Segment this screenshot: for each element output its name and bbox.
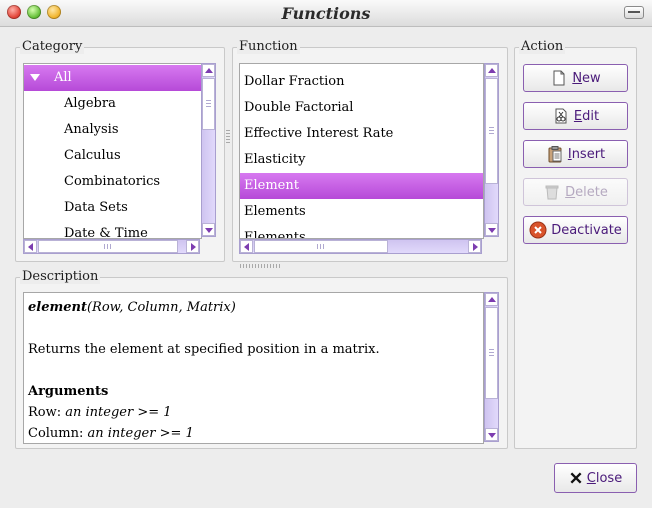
arrow-up-icon — [488, 68, 496, 73]
argument-name: Row: — [28, 405, 66, 420]
arguments-heading: Arguments — [28, 384, 109, 399]
delete-button-mnemonic: D — [565, 184, 576, 200]
category-item[interactable]: Calculus — [24, 143, 201, 169]
function-item[interactable]: Elements — [240, 225, 483, 238]
argument-column: Column: an integer >= 1 — [28, 423, 479, 443]
scroll-left-button[interactable] — [240, 240, 253, 253]
function-signature: element(Row, Column, Matrix) — [28, 297, 479, 318]
scroll-down-button[interactable] — [202, 223, 215, 236]
description-text: element(Row, Column, Matrix) Returns the… — [23, 292, 484, 444]
arrow-down-icon — [205, 228, 213, 233]
scroll-down-button[interactable] — [485, 223, 498, 236]
scroll-down-button[interactable] — [485, 428, 498, 441]
arrow-right-icon — [191, 243, 196, 251]
arrow-up-icon — [205, 68, 213, 73]
category-item[interactable]: Date & Time — [24, 221, 201, 238]
close-x-icon — [570, 472, 582, 484]
category-vscrollbar[interactable] — [201, 63, 216, 237]
function-hscrollbar[interactable] — [239, 239, 482, 254]
close-button[interactable]: Close — [554, 463, 637, 493]
deactivate-button-label: Deactivate — [551, 222, 622, 238]
arrow-down-icon — [488, 228, 496, 233]
functions-dialog: Functions Category All Algebra Analysis … — [0, 0, 652, 508]
category-item-label: All — [54, 70, 72, 85]
function-item[interactable]: Dollar Fraction — [240, 69, 483, 95]
trash-icon — [545, 185, 559, 200]
delete-button[interactable]: Delete — [523, 178, 628, 206]
category-item-all[interactable]: All — [24, 65, 201, 91]
arrow-left-icon — [28, 243, 33, 251]
grip-icon — [317, 244, 324, 249]
function-item[interactable]: Effective Interest Rate — [240, 121, 483, 147]
function-vscrollbar[interactable] — [484, 63, 499, 237]
insert-button-label: nsert — [571, 146, 606, 162]
edit-button[interactable]: Edit — [523, 102, 628, 130]
scroll-thumb[interactable] — [38, 240, 178, 253]
scroll-up-button[interactable] — [485, 293, 498, 306]
arrow-down-icon — [488, 433, 496, 438]
cancel-circle-icon — [529, 221, 547, 239]
arrow-right-icon — [473, 243, 478, 251]
category-list[interactable]: All Algebra Analysis Calculus Combinator… — [23, 63, 202, 239]
scroll-up-button[interactable] — [202, 64, 215, 77]
category-item[interactable]: Algebra — [24, 91, 201, 117]
argument-name: Column: — [28, 426, 88, 441]
description-group-title: Description — [20, 269, 101, 284]
scroll-right-button[interactable] — [468, 240, 481, 253]
category-group-title: Category — [20, 39, 85, 54]
signature-name: element — [28, 300, 87, 315]
close-button-mnemonic: C — [586, 470, 596, 486]
argument-desc: an integer >= 1 — [65, 405, 172, 420]
scroll-thumb[interactable] — [485, 307, 498, 399]
argument-row: Row: an integer >= 1 — [28, 402, 479, 423]
grip-icon — [489, 349, 494, 356]
clipboard-icon — [548, 146, 562, 163]
vertical-splitter-handle[interactable] — [226, 130, 230, 144]
category-hscrollbar[interactable] — [23, 239, 200, 254]
arrow-left-icon — [244, 243, 249, 251]
function-group-title: Function — [237, 39, 300, 54]
description-vscrollbar[interactable] — [484, 292, 499, 442]
grip-icon — [489, 127, 494, 134]
new-button[interactable]: New — [523, 64, 628, 92]
action-group-title: Action — [519, 39, 566, 54]
close-button-label: lose — [595, 470, 623, 486]
delete-button-label: elete — [575, 184, 608, 200]
grip-icon — [104, 244, 111, 249]
edit-button-label: dit — [582, 108, 600, 124]
scroll-left-button[interactable] — [24, 240, 37, 253]
category-item[interactable]: Analysis — [24, 117, 201, 143]
grip-icon — [206, 100, 211, 107]
scroll-thumb[interactable] — [254, 240, 388, 253]
scroll-thumb[interactable] — [202, 78, 215, 130]
description-summary: Returns the element at specified positio… — [28, 342, 380, 357]
category-item[interactable]: Data Sets — [24, 195, 201, 221]
expand-triangle-icon[interactable] — [30, 74, 40, 81]
title-bar: Functions — [0, 0, 652, 27]
function-item[interactable]: Double Factorial — [240, 95, 483, 121]
edit-document-icon — [555, 108, 567, 124]
category-item[interactable]: Combinatorics — [24, 169, 201, 195]
scroll-thumb[interactable] — [485, 78, 498, 184]
new-button-label: ew — [582, 70, 601, 86]
function-list[interactable]: Dollar Fraction Double Factorial Effecti… — [239, 63, 484, 239]
edit-button-mnemonic: E — [573, 108, 583, 124]
argument-desc: an integer >= 1 — [87, 426, 194, 441]
signature-args: (Row, Column, Matrix) — [86, 300, 236, 315]
scroll-up-button[interactable] — [485, 64, 498, 77]
function-item-selected[interactable]: Element — [240, 173, 483, 199]
shade-window-icon[interactable] — [624, 6, 644, 19]
new-document-icon — [553, 70, 565, 86]
window-title: Functions — [281, 4, 371, 23]
scroll-right-button[interactable] — [186, 240, 199, 253]
arrow-up-icon — [488, 297, 496, 302]
horizontal-splitter-handle[interactable] — [240, 264, 282, 268]
function-item[interactable]: Elements — [240, 199, 483, 225]
deactivate-button[interactable]: Deactivate — [523, 216, 628, 244]
function-item[interactable]: Elasticity — [240, 147, 483, 173]
new-button-mnemonic: N — [572, 70, 583, 86]
insert-button[interactable]: Insert — [523, 140, 628, 168]
